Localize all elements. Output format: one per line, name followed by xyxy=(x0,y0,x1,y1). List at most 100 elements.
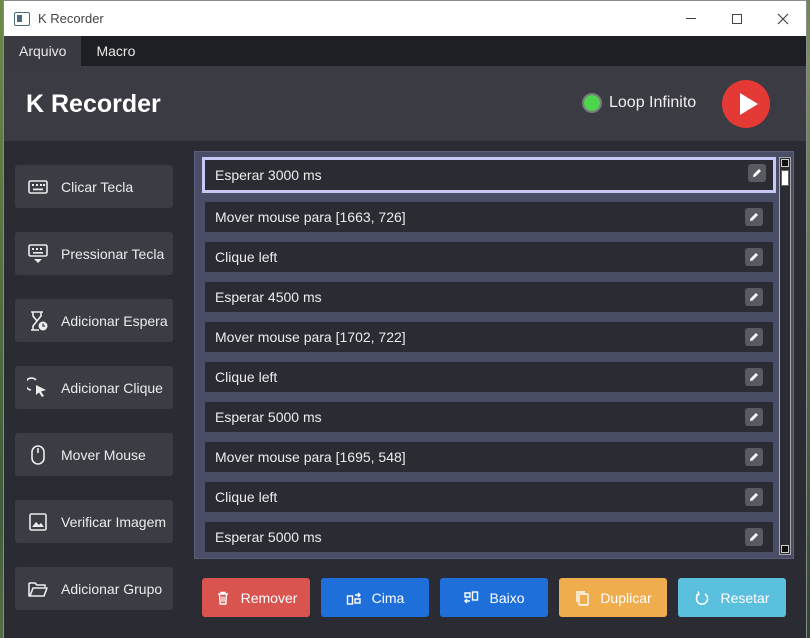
list-item[interactable]: Mover mouse para [1702, 722] xyxy=(205,322,773,352)
reset-icon xyxy=(694,590,710,606)
window-title: K Recorder xyxy=(38,11,104,26)
app-window: K Recorder Arquivo Macro K Recorder Loop… xyxy=(3,0,807,638)
copy-icon xyxy=(574,590,590,606)
mover-mouse-button[interactable]: Mover Mouse xyxy=(15,433,173,476)
title-bar: K Recorder xyxy=(4,1,806,36)
sidebar-item-label: Mover Mouse xyxy=(61,446,146,463)
list-item-label: Mover mouse para [1663, 726] xyxy=(215,209,406,225)
pencil-icon xyxy=(750,373,758,381)
edit-button[interactable] xyxy=(745,328,763,346)
list-item-label: Esperar 4500 ms xyxy=(215,289,322,305)
sidebar-item-label: Verificar Imagem xyxy=(61,513,167,530)
list-item-label: Esperar 5000 ms xyxy=(215,529,322,545)
pencil-icon xyxy=(750,333,758,341)
trash-icon xyxy=(215,590,231,606)
close-button[interactable] xyxy=(760,1,806,36)
keyboard-icon xyxy=(27,176,49,198)
remover-label: Remover xyxy=(240,589,298,606)
baixo-button[interactable]: Baixo xyxy=(440,578,548,617)
maximize-button[interactable] xyxy=(714,1,760,36)
baixo-label: Baixo xyxy=(489,589,525,606)
resetar-label: Resetar xyxy=(720,589,770,606)
keyboard-down-icon xyxy=(27,243,49,265)
pencil-icon xyxy=(750,493,758,501)
adicionar-clique-button[interactable]: Adicionar Clique xyxy=(15,366,173,409)
minimize-button[interactable] xyxy=(668,1,714,36)
app-window-icon xyxy=(14,11,30,26)
sidebar-item-label: Adicionar Clique xyxy=(61,379,163,396)
list-item[interactable]: Esperar 3000 ms xyxy=(202,157,776,193)
list-item-label: Clique left xyxy=(215,369,278,385)
cursor-click-icon xyxy=(27,376,49,399)
action-list[interactable]: Esperar 3000 ms Mover mouse para [1663, … xyxy=(194,151,794,559)
remover-button[interactable]: Remover xyxy=(202,578,310,617)
edit-button[interactable] xyxy=(745,368,763,386)
sidebar-item-label: Pressionar Tecla xyxy=(61,245,165,262)
list-item[interactable]: Mover mouse para [1663, 726] xyxy=(205,202,773,232)
image-icon xyxy=(27,511,49,533)
header: K Recorder Loop Infinito xyxy=(4,66,806,141)
verificar-imagem-button[interactable]: Verificar Imagem xyxy=(15,500,173,543)
pencil-icon xyxy=(750,253,758,261)
loop-indicator-icon[interactable] xyxy=(582,93,602,113)
pressionar-tecla-button[interactable]: Pressionar Tecla xyxy=(15,232,173,275)
list-item-label: Mover mouse para [1695, 548] xyxy=(215,449,406,465)
list-item[interactable]: Esperar 5000 ms xyxy=(205,402,773,432)
edit-button[interactable] xyxy=(745,528,763,546)
minimize-icon xyxy=(686,18,696,19)
play-button[interactable] xyxy=(722,80,770,128)
list-item[interactable]: Esperar 4500 ms xyxy=(205,282,773,312)
main-area: Clicar Tecla Pressionar Tecla Adicionar … xyxy=(4,141,806,638)
pencil-icon xyxy=(750,413,758,421)
list-item[interactable]: Clique left xyxy=(205,362,773,392)
edit-button[interactable] xyxy=(745,408,763,426)
play-icon xyxy=(739,93,758,115)
list-item[interactable]: Esperar 5000 ms xyxy=(205,522,773,552)
list-item[interactable]: Clique left xyxy=(205,242,773,272)
adicionar-espera-button[interactable]: Adicionar Espera xyxy=(15,299,173,342)
app-title: K Recorder xyxy=(26,90,161,118)
menu-bar: Arquivo Macro xyxy=(4,36,806,66)
edit-button[interactable] xyxy=(748,164,766,182)
list-item[interactable]: Mover mouse para [1695, 548] xyxy=(205,442,773,472)
sidebar-item-label: Adicionar Grupo xyxy=(61,580,163,597)
hourglass-icon xyxy=(27,310,49,332)
mouse-icon xyxy=(27,444,49,466)
cima-label: Cima xyxy=(371,589,405,606)
pencil-icon xyxy=(750,533,758,541)
scroll-thumb[interactable] xyxy=(781,170,789,186)
resetar-button[interactable]: Resetar xyxy=(678,578,786,617)
sidebar-item-label: Clicar Tecla xyxy=(61,178,134,195)
pencil-icon xyxy=(750,293,758,301)
swap-down-icon xyxy=(463,590,479,606)
loop-toggle[interactable]: Loop Infinito xyxy=(582,93,696,113)
list-item-label: Esperar 3000 ms xyxy=(215,167,322,183)
pencil-icon xyxy=(750,453,758,461)
folder-open-icon xyxy=(27,578,49,600)
list-item-label: Esperar 5000 ms xyxy=(215,409,322,425)
duplicar-button[interactable]: Duplicar xyxy=(559,578,667,617)
edit-button[interactable] xyxy=(745,248,763,266)
sidebar-item-label: Adicionar Espera xyxy=(61,312,168,329)
scroll-up-arrow-icon[interactable] xyxy=(781,159,789,167)
edit-button[interactable] xyxy=(745,448,763,466)
maximize-icon xyxy=(732,13,742,24)
close-icon xyxy=(777,13,789,24)
list-item-label: Clique left xyxy=(215,249,278,265)
menu-arquivo[interactable]: Arquivo xyxy=(4,36,82,66)
clicar-tecla-button[interactable]: Clicar Tecla xyxy=(15,165,173,208)
edit-button[interactable] xyxy=(745,208,763,226)
loop-label: Loop Infinito xyxy=(609,94,697,111)
edit-button[interactable] xyxy=(745,288,763,306)
cima-button[interactable]: Cima xyxy=(321,578,429,617)
list-item-label: Mover mouse para [1702, 722] xyxy=(215,329,406,345)
swap-up-icon xyxy=(346,590,362,606)
list-item[interactable]: Clique left xyxy=(205,482,773,512)
menu-macro[interactable]: Macro xyxy=(81,36,150,66)
list-scrollbar[interactable] xyxy=(779,157,791,555)
duplicar-label: Duplicar xyxy=(600,589,652,606)
edit-button[interactable] xyxy=(745,488,763,506)
pencil-icon xyxy=(750,213,758,221)
scroll-down-arrow-icon[interactable] xyxy=(781,545,789,553)
adicionar-grupo-button[interactable]: Adicionar Grupo xyxy=(15,567,173,610)
